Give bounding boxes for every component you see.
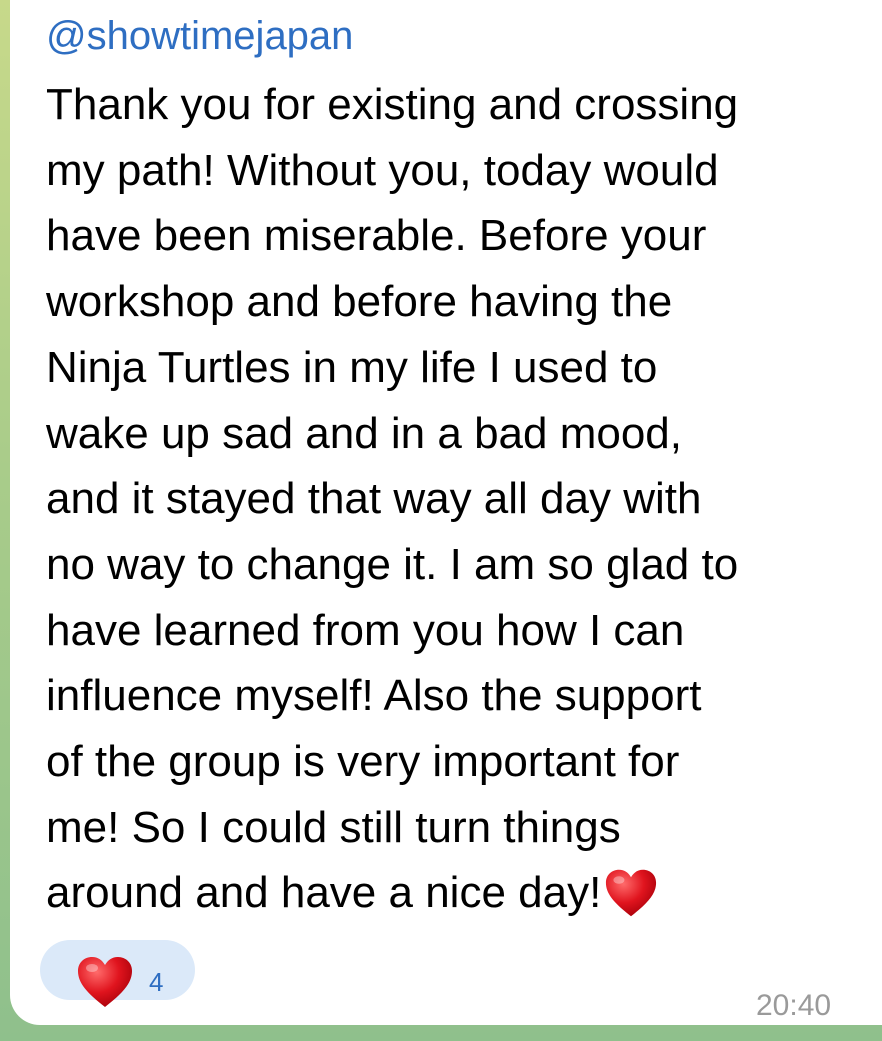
sender-name[interactable]: @showtimejapan [46,8,353,64]
message-line: workshop and before having the [46,277,673,327]
message-line: influence myself! Also the support [46,671,702,721]
message-line: wake up sad and in a bad mood, [46,408,683,458]
message-line: my path! Without you, today would [46,145,719,195]
message-line: Ninja Turtles in my life I used to [46,342,658,392]
message-line: me! So I could still turn things [46,802,621,852]
message-text: Thank you for existing and crossing my p… [46,72,866,938]
message-line-last: around and have a nice day! [46,860,866,938]
message-timestamp: 20:40 [756,989,832,1022]
reaction-count: 4 [149,967,164,997]
message-line: have learned from you how I can [46,605,685,655]
heart-emoji-icon [603,867,659,938]
message-line: Thank you for existing and crossing [46,80,739,129]
message-line: have been miserable. Before your [46,211,707,261]
message-line: no way to change it. I am so glad to [46,539,739,589]
message-line-text: around and have a nice day! [46,868,602,918]
heart-reaction-button[interactable] [40,940,195,1007]
message-line: of the group is very important for [46,737,680,787]
heart-icon [74,954,136,1015]
message-line: and it stayed that way all day with [46,474,702,524]
